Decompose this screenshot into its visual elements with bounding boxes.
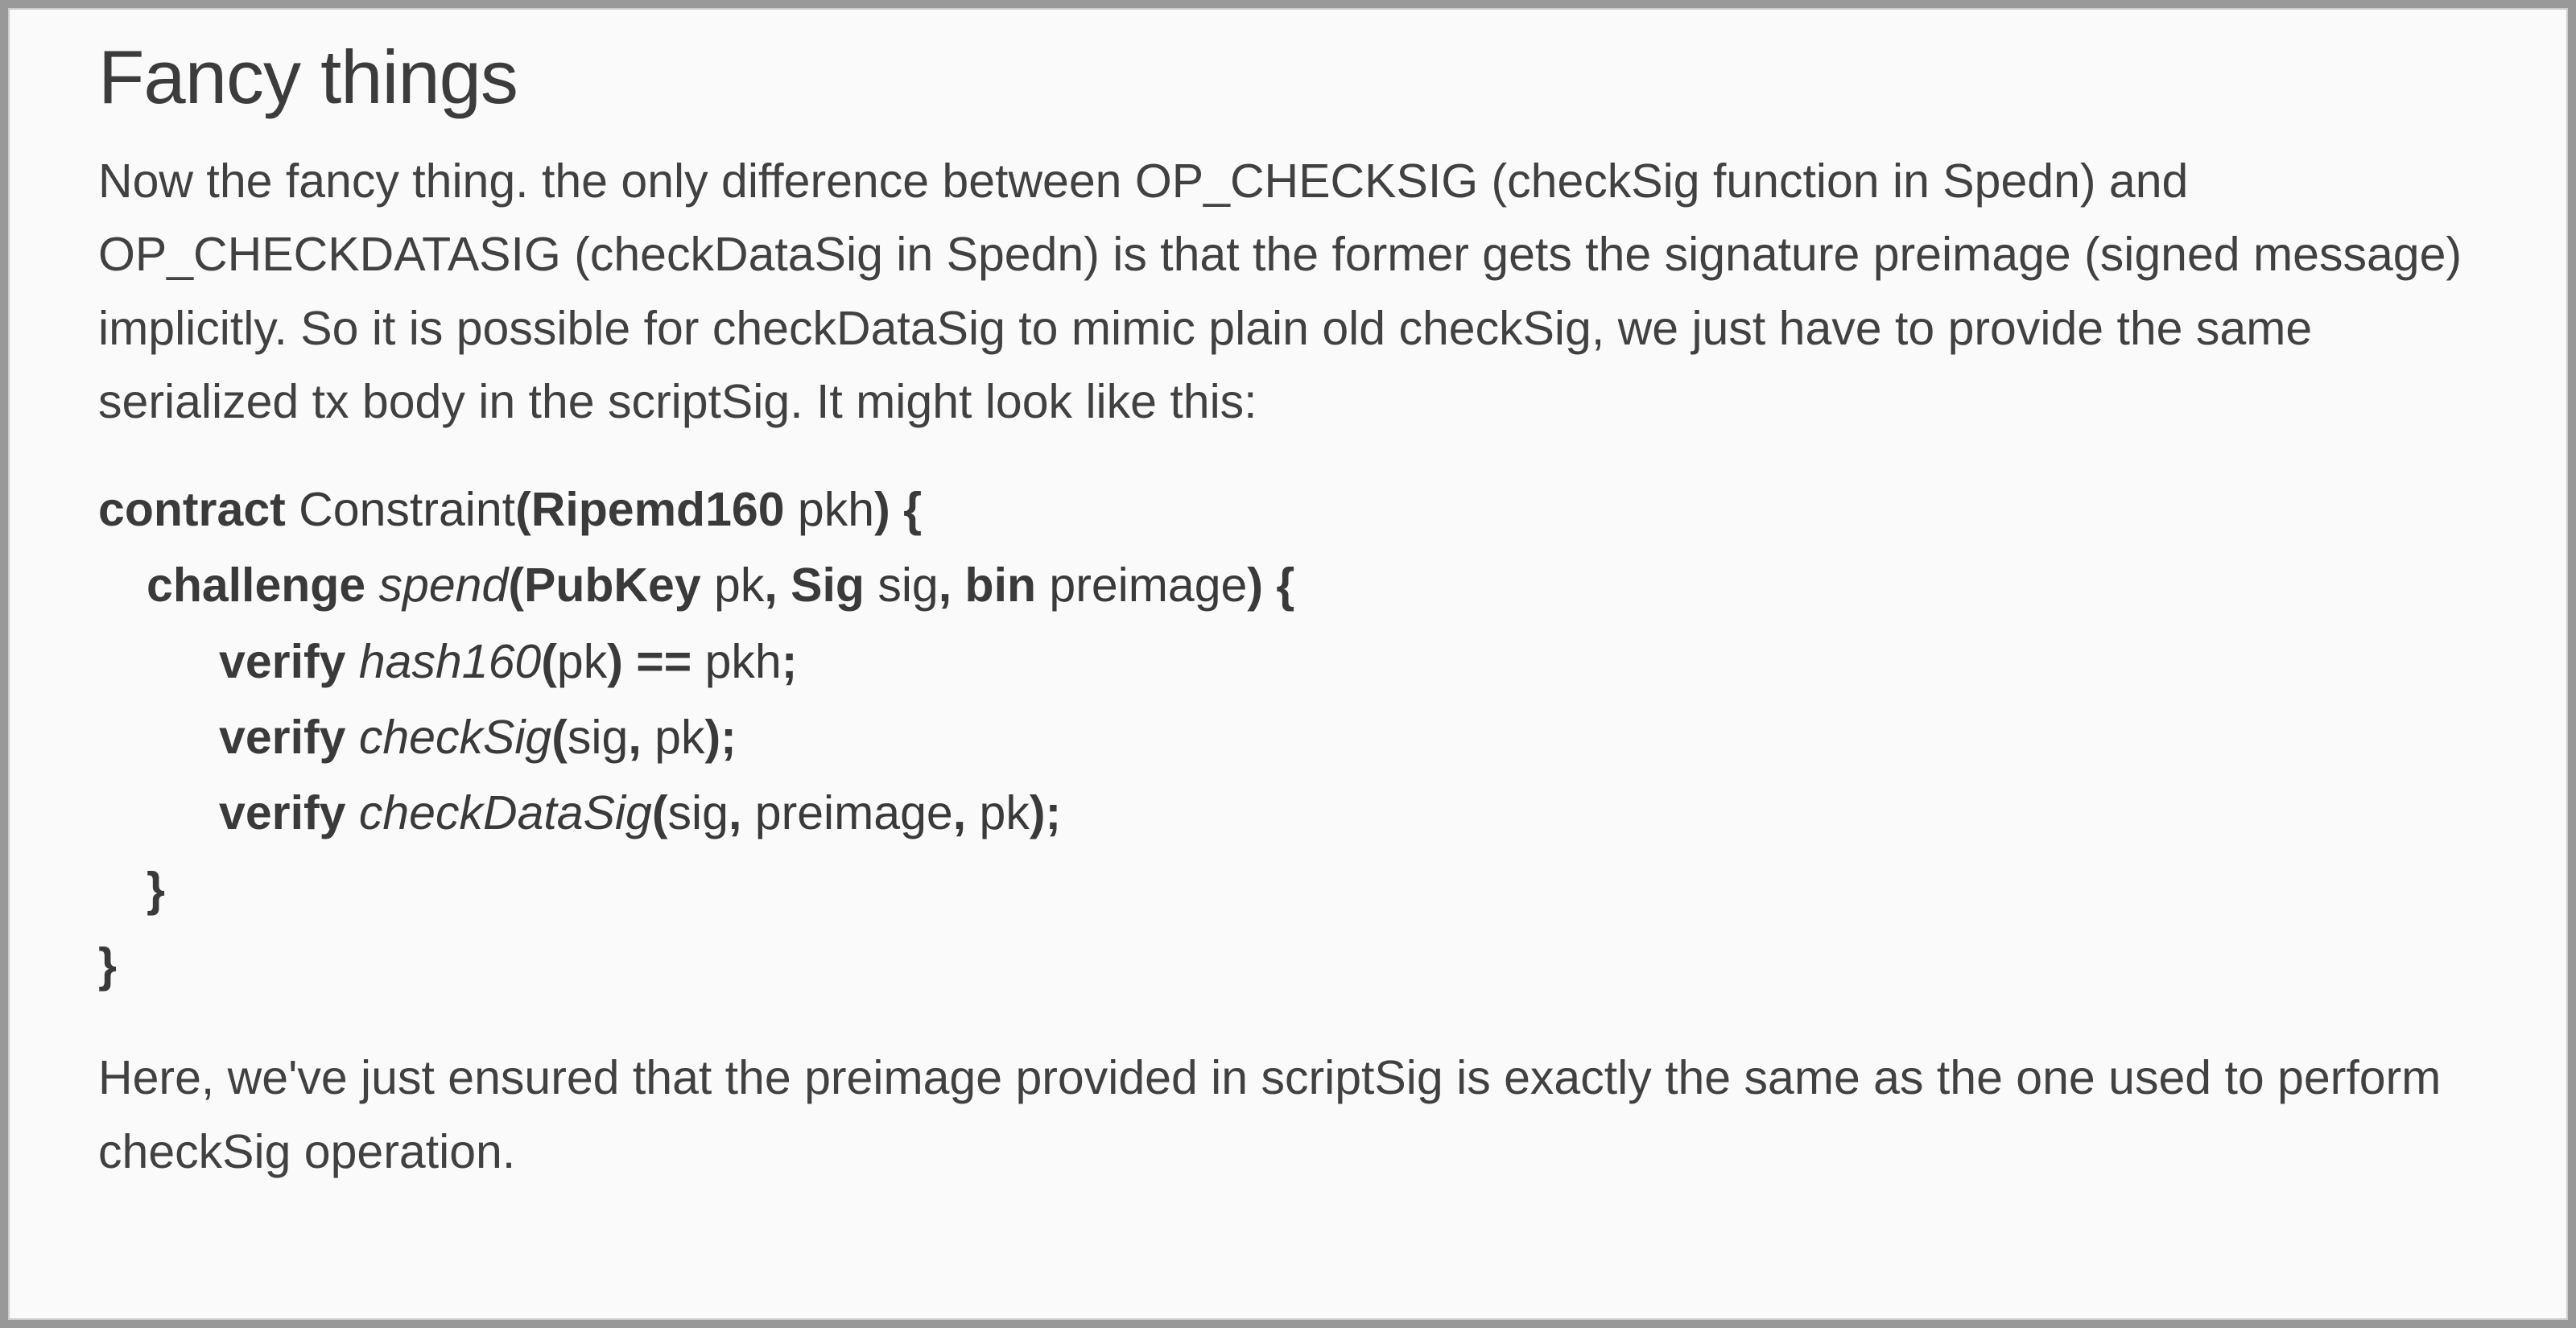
arg: sig <box>668 786 729 839</box>
punct: ( <box>551 711 568 764</box>
code-line-1: contract Constraint(Ripemd160 pkh) { <box>98 472 2478 547</box>
keyword-verify: verify <box>219 711 359 764</box>
function-call: checkDataSig <box>359 786 652 839</box>
arg: pk <box>557 635 607 688</box>
param: pk <box>714 559 764 612</box>
code-line-2: challenge spend(PubKey pk, Sig sig, bin … <box>98 547 2478 623</box>
arg: pk <box>980 786 1030 839</box>
code-line-3: verify hash160(pk) == pkh; <box>98 624 2478 699</box>
param: pkh <box>798 483 874 536</box>
punct: , <box>628 711 654 764</box>
close-brace: } <box>147 863 165 916</box>
section-heading: Fancy things <box>98 34 2478 121</box>
arg: pk <box>654 711 704 764</box>
close-brace: } <box>98 938 117 992</box>
punct: ; <box>782 635 798 688</box>
param: sig <box>877 559 938 612</box>
code-line-4: verify checkSig(sig, pk); <box>98 699 2478 775</box>
keyword-verify: verify <box>219 635 359 688</box>
intro-paragraph: Now the fancy thing. the only difference… <box>98 145 2478 439</box>
punct: ); <box>1030 786 1061 839</box>
operator: ) == <box>607 635 704 688</box>
arg: pkh <box>705 635 782 688</box>
code-line-7: } <box>98 927 2478 1003</box>
identifier: Constraint <box>299 483 515 536</box>
type-decl: (PubKey <box>508 559 714 612</box>
arg: preimage <box>755 786 953 839</box>
arg: sig <box>568 711 628 764</box>
param: preimage <box>1049 559 1247 612</box>
type-decl: , bin <box>939 559 1050 612</box>
code-block: contract Constraint(Ripemd160 pkh) { cha… <box>98 472 2478 1004</box>
type-decl: (Ripemd160 <box>515 483 798 536</box>
keyword-contract: contract <box>98 483 299 536</box>
punct: , <box>729 786 755 839</box>
function-call: checkSig <box>359 711 551 764</box>
punct: ( <box>541 635 557 688</box>
code-line-6: } <box>98 852 2478 927</box>
punct: , <box>953 786 980 839</box>
document-container: Fancy things Now the fancy thing. the on… <box>8 8 2568 1320</box>
closing-paragraph: Here, we've just ensured that the preima… <box>98 1041 2478 1189</box>
punct: ); <box>704 711 736 764</box>
keyword-challenge: challenge <box>147 559 379 612</box>
function-call: hash160 <box>359 635 541 688</box>
type-decl: , Sig <box>764 559 877 612</box>
punct: ) { <box>874 483 922 536</box>
keyword-verify: verify <box>219 786 359 839</box>
function-name: spend <box>379 559 509 612</box>
punct: ( <box>652 786 668 839</box>
punct: ) { <box>1247 559 1294 612</box>
code-line-5: verify checkDataSig(sig, preimage, pk); <box>98 775 2478 851</box>
